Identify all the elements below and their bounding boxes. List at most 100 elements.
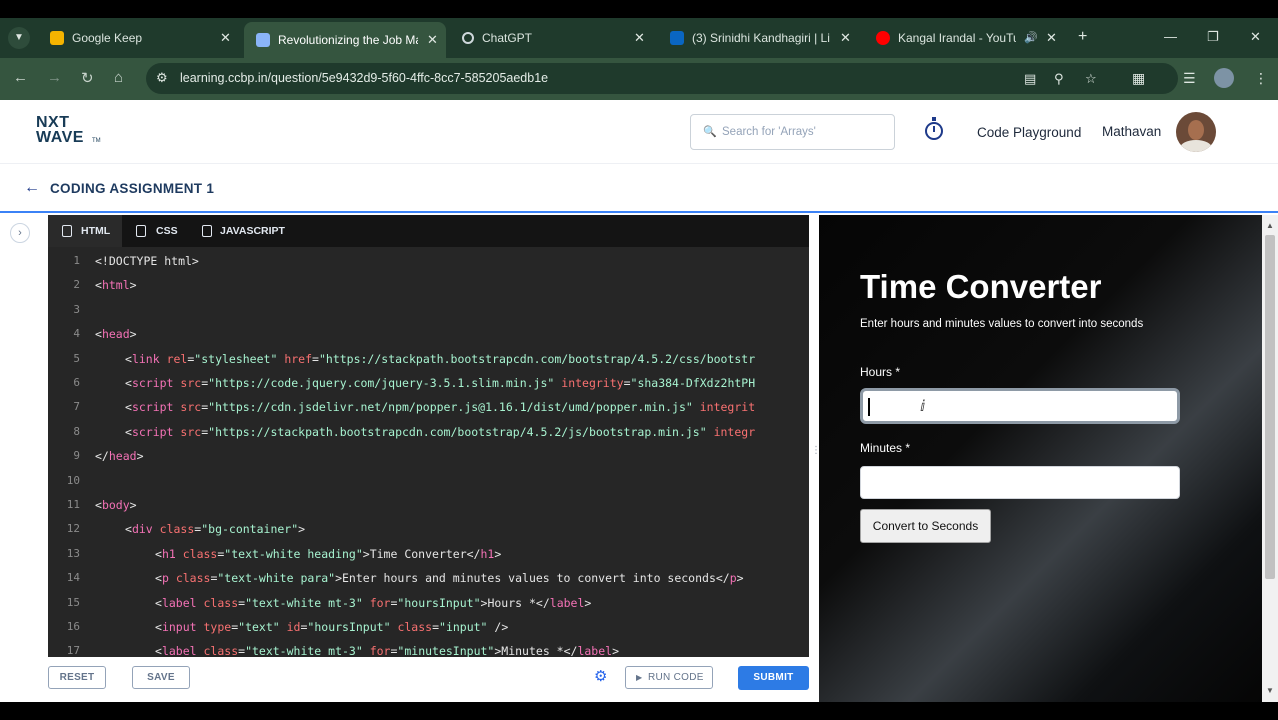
run-code-button[interactable]: ▶ RUN CODE	[625, 666, 713, 689]
line-number: 2	[73, 278, 80, 292]
close-tab-icon[interactable]: ✕	[1046, 22, 1057, 54]
line-number: 6	[73, 376, 80, 389]
close-tab-icon[interactable]: ✕	[840, 22, 851, 54]
browser-tab-job-market[interactable]: Revolutionizing the Job Mar ✕	[244, 22, 446, 58]
submit-button[interactable]: SUBMIT	[738, 666, 809, 690]
back-arrow-icon[interactable]: ←	[24, 179, 40, 197]
youtube-favicon-icon	[876, 31, 890, 45]
browser-tab-google-keep[interactable]: Google Keep ✕	[38, 22, 238, 54]
close-tab-icon[interactable]: ✕	[220, 22, 231, 54]
install-app-icon[interactable]: ▤	[1024, 71, 1036, 87]
scroll-up-arrow-icon[interactable]: ▲	[1266, 221, 1274, 230]
code-text: <script src="https://cdn.jsdelivr.net/np…	[125, 400, 756, 415]
line-number: 5	[73, 351, 80, 365]
convert-to-seconds-button[interactable]: Convert to Seconds	[860, 509, 991, 543]
tab-javascript[interactable]: JAVASCRIPT	[186, 215, 296, 247]
code-line[interactable]: 8 <script src="https://stackpath.bootstra…	[48, 420, 809, 444]
preview-scrollbar[interactable]: ▲ ▼	[1262, 215, 1278, 702]
hours-label: Hours *	[860, 365, 901, 379]
profile-avatar-icon[interactable]	[1214, 68, 1234, 88]
line-number: 7	[73, 400, 80, 414]
close-window-icon[interactable]: ✕	[1250, 29, 1261, 45]
tab-search-chevron-icon[interactable]: ▼	[8, 27, 30, 49]
code-text: <html>	[95, 278, 137, 293]
user-name[interactable]: Mathavan	[1102, 124, 1161, 139]
site-settings-icon[interactable]: ⚙	[156, 70, 168, 86]
url-text: learning.ccbp.in/question/5e9432d9-5f60-…	[180, 71, 549, 85]
code-line[interactable]: 9 </head>	[48, 444, 809, 468]
tab-html[interactable]: HTML	[48, 215, 122, 247]
scrollbar-thumb[interactable]	[1265, 235, 1275, 579]
bookmark-star-icon[interactable]: ☆	[1085, 71, 1097, 87]
user-avatar[interactable]	[1176, 112, 1216, 152]
code-line[interactable]: 7 <script src="https://cdn.jsdelivr.net/n…	[48, 395, 809, 419]
more-menu-icon[interactable]: ⋮	[1254, 70, 1268, 87]
zoom-icon[interactable]: ⚲	[1054, 71, 1064, 87]
css-file-icon	[136, 225, 146, 237]
page-favicon-icon	[256, 33, 270, 47]
browser-tab-chatgpt[interactable]: ChatGPT ✕	[452, 22, 654, 54]
scroll-down-arrow-icon[interactable]: ▼	[1266, 686, 1274, 695]
chatgpt-favicon-icon	[462, 32, 474, 44]
save-button[interactable]: SAVE	[132, 666, 190, 689]
code-line[interactable]: 5 <link rel="stylesheet" href="https://st…	[48, 347, 809, 371]
close-tab-icon[interactable]: ✕	[634, 22, 645, 54]
gear-icon[interactable]: ⚙	[594, 667, 607, 685]
home-icon[interactable]: ⌂	[114, 69, 123, 86]
address-bar[interactable]: ⚙ learning.ccbp.in/question/5e9432d9-5f6…	[146, 63, 1178, 94]
code-line[interactable]: 2 <html>	[48, 273, 809, 297]
line-number: 17	[66, 644, 80, 657]
code-line[interactable]: 4 <head>	[48, 322, 809, 346]
restore-window-icon[interactable]: ❐	[1207, 29, 1219, 45]
media-controls-icon[interactable]: ☰	[1183, 70, 1196, 87]
browser-tab-youtube[interactable]: Kangal Irandal - YouTub 🔊 ✕	[864, 22, 1064, 54]
code-text: </head>	[95, 449, 144, 464]
line-number: 15	[66, 595, 80, 609]
reset-button[interactable]: RESET	[48, 666, 106, 689]
workspace: › HTML CSS JAVASCRIPT 1 <!DOCTYPE html> 2 <…	[0, 215, 1278, 702]
stopwatch-icon[interactable]	[925, 117, 943, 140]
forward-arrow-icon[interactable]: →	[47, 69, 62, 86]
web-page: NXT WAVE TM 🔍 Search for 'Arrays' Code P…	[0, 100, 1278, 702]
expand-sidebar-chevron-icon[interactable]: ›	[10, 223, 30, 243]
code-playground-link[interactable]: Code Playground	[977, 125, 1081, 140]
line-number: 9	[73, 449, 80, 463]
linkedin-favicon-icon	[670, 31, 684, 45]
minutes-label: Minutes *	[860, 441, 911, 455]
editor-tabs: HTML CSS JAVASCRIPT	[48, 215, 809, 247]
minimize-icon[interactable]: —	[1164, 29, 1177, 44]
code-text: <head>	[95, 327, 137, 342]
speaker-icon[interactable]: 🔊	[1024, 22, 1038, 54]
code-text-area[interactable]: 1 <!DOCTYPE html> 2 <html> 3 4 <head> 5 <link re…	[48, 247, 809, 657]
line-number: 10	[66, 473, 80, 487]
code-line[interactable]: 16 <input type="text" id="hoursInput" cla…	[48, 615, 809, 639]
new-tab-plus-icon[interactable]: +	[1078, 27, 1087, 47]
tab-css[interactable]: CSS	[122, 215, 186, 247]
code-line[interactable]: 1 <!DOCTYPE html>	[48, 249, 809, 273]
code-line[interactable]: 11 <body>	[48, 493, 809, 517]
nxtwave-logo[interactable]: NXT WAVE TM	[36, 114, 106, 150]
hours-input[interactable]: ⅈ	[860, 388, 1180, 424]
editor-action-bar: RESET SAVE ⚙ ▶ RUN CODE SUBMIT	[48, 663, 809, 693]
close-tab-icon[interactable]: ✕	[427, 22, 438, 58]
code-line[interactable]: 12 <div class="bg-container">	[48, 517, 809, 541]
line-number: 11	[66, 498, 80, 511]
code-line[interactable]: 14 <p class="text-white para">Enter hours…	[48, 566, 809, 590]
code-text: <label class="text-white mt-3" for="minu…	[155, 644, 620, 657]
code-text: <p class="text-white para">Enter hours a…	[155, 571, 744, 586]
browser-tab-linkedin[interactable]: (3) Srinidhi Kandhagiri | Lin ✕	[658, 22, 858, 54]
back-arrow-icon[interactable]: ←	[13, 69, 28, 86]
minutes-input[interactable]	[860, 466, 1180, 499]
code-line[interactable]: 3	[48, 298, 809, 322]
code-line[interactable]: 13 <h1 class="text-white heading">Time Co…	[48, 542, 809, 566]
line-number: 12	[66, 522, 80, 536]
code-line[interactable]: 17 <label class="text-white mt-3" for="mi…	[48, 639, 809, 657]
code-line[interactable]: 15 <label class="text-white mt-3" for="ho…	[48, 591, 809, 615]
code-line[interactable]: 6 <script src="https://code.jquery.com/jq…	[48, 371, 809, 395]
browser-tab-strip: ▼ Google Keep ✕ Revolutionizing the Job …	[0, 18, 1278, 58]
search-input[interactable]: 🔍 Search for 'Arrays'	[690, 114, 895, 150]
search-icon: 🔍	[703, 126, 717, 138]
extensions-puzzle-icon[interactable]: ▦	[1132, 70, 1145, 87]
reload-icon[interactable]: ↻	[81, 69, 94, 87]
code-line[interactable]: 10	[48, 469, 809, 493]
